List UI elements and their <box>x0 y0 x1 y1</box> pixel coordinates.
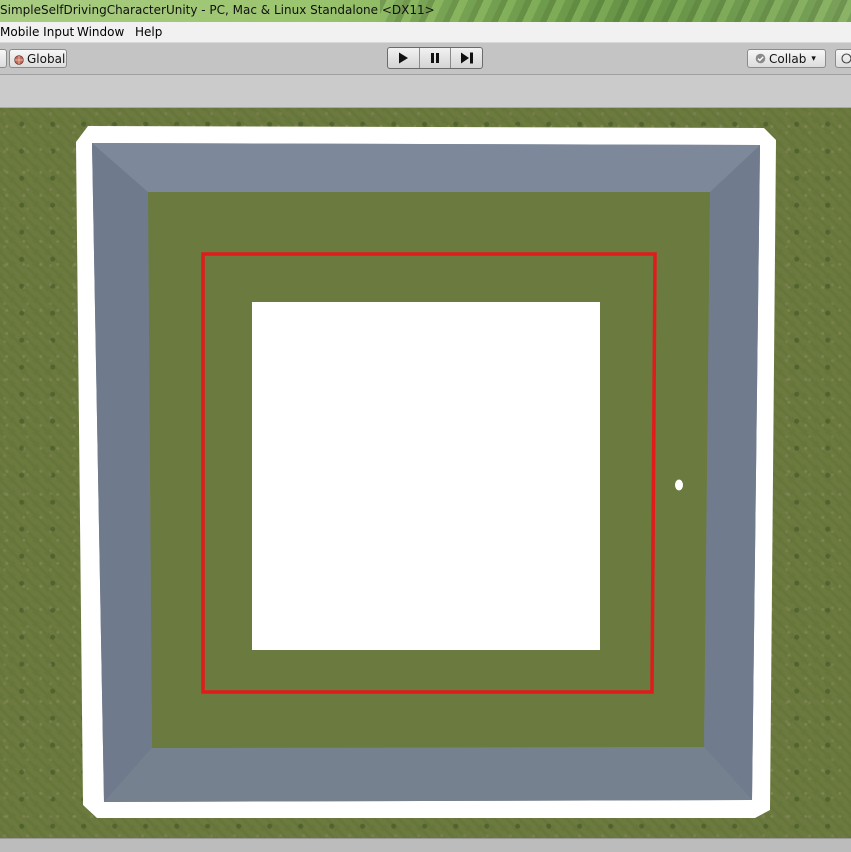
collab-label: Collab <box>769 51 807 66</box>
menu-item-help[interactable]: Help <box>135 25 162 39</box>
character <box>675 479 683 491</box>
game-view[interactable] <box>0 108 851 838</box>
cloud-icon <box>841 53 851 64</box>
menu-bar: Mobile Input Window Help <box>0 22 851 43</box>
game-view-header <box>0 75 851 108</box>
window-title-bar: SimpleSelfDrivingCharacterUnity - PC, Ma… <box>0 0 851 22</box>
title-bar-background <box>380 0 851 22</box>
scene <box>76 126 776 818</box>
collab-button[interactable]: Collab ▾ <box>747 49 826 68</box>
wall-bevel-right <box>704 145 760 800</box>
pivot-center-button[interactable] <box>0 49 7 68</box>
step-icon <box>460 52 473 64</box>
pause-button[interactable] <box>420 48 452 68</box>
wall-bevel-top <box>92 143 760 192</box>
wall-bevel-bottom <box>104 747 752 802</box>
chevron-down-icon: ▾ <box>811 53 816 64</box>
globe-icon <box>14 54 24 65</box>
pivot-rotation-button[interactable]: Global <box>9 49 67 68</box>
step-button[interactable] <box>451 48 482 68</box>
window-title: SimpleSelfDrivingCharacterUnity - PC, Ma… <box>0 3 435 17</box>
play-icon <box>399 52 409 64</box>
play-button[interactable] <box>388 48 420 68</box>
menu-item-window[interactable]: Window <box>77 25 124 39</box>
cloud-button[interactable] <box>835 49 851 68</box>
inner-block <box>252 302 600 650</box>
bottom-status-bar <box>0 838 851 852</box>
play-controls <box>387 47 483 69</box>
pivot-rotation-label: Global <box>27 51 66 66</box>
pause-icon <box>431 53 439 63</box>
menu-item-mobile-input[interactable]: Mobile Input <box>0 25 74 39</box>
check-circle-icon <box>755 53 766 64</box>
